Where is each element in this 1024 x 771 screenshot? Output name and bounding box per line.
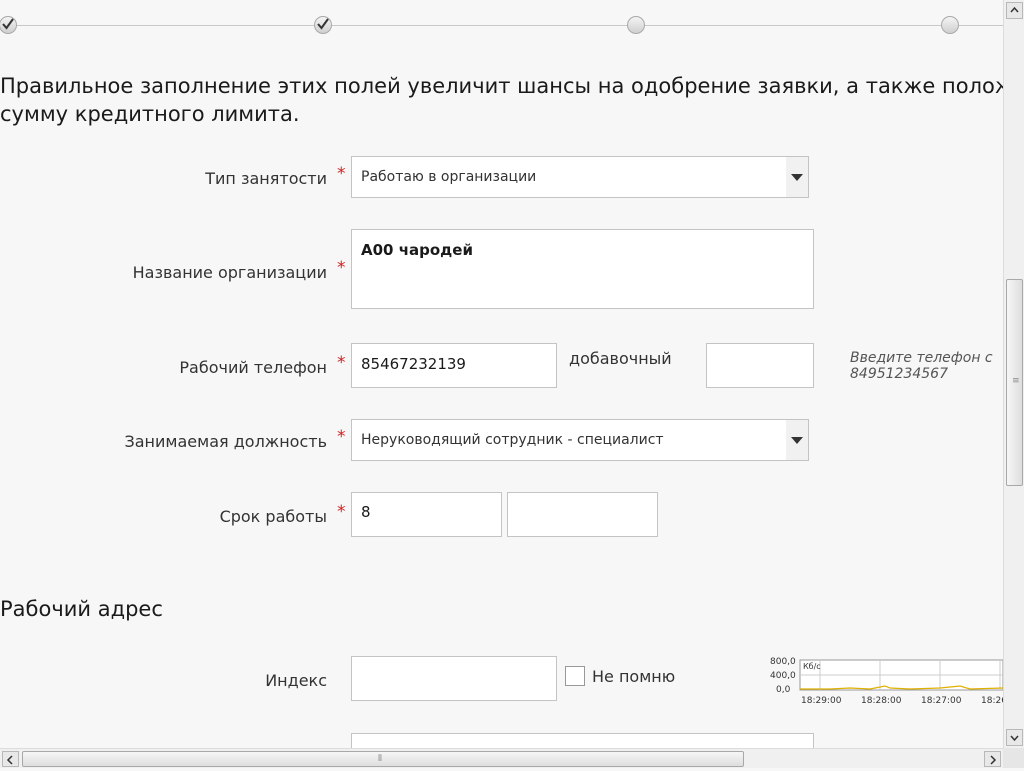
intro-line-1: Правильное заполнение этих полей увеличи… <box>0 74 1003 98</box>
x-tick: 18:28:00 <box>861 696 902 706</box>
page-viewport: Правильное заполнение этих полей увеличи… <box>0 0 1003 748</box>
phone-hint-line-1: Введите телефон с <box>850 350 993 366</box>
progress-step-2 <box>314 16 332 34</box>
horizontal-scrollbar[interactable]: ⦀ <box>0 748 1003 768</box>
scrollbar-corner <box>1003 748 1024 768</box>
progress-step-1 <box>0 16 17 34</box>
x-tick: 18:29:00 <box>801 696 842 706</box>
chevron-down-icon <box>1010 735 1019 742</box>
position-select[interactable]: Неруководящий сотрудник - специалист <box>351 419 809 461</box>
progress-step-3 <box>627 16 645 34</box>
scroll-right-button[interactable] <box>984 751 1001 767</box>
intro-line-2: сумму кредитного лимита. <box>0 102 300 126</box>
tenure-months-input[interactable] <box>507 492 658 537</box>
index-label: Индекс <box>265 671 327 690</box>
required-mark: * <box>337 427 346 447</box>
scroll-up-button[interactable] <box>1006 2 1023 19</box>
x-tick: 18:27:00 <box>921 696 962 706</box>
progress-line <box>0 25 1003 26</box>
chevron-down-icon[interactable] <box>786 157 808 197</box>
organization-label: Название организации <box>132 263 327 282</box>
organization-value: А00 чародей <box>361 241 473 259</box>
chevron-down-icon[interactable] <box>786 420 808 460</box>
vertical-scrollbar[interactable]: ≡ <box>1003 0 1024 748</box>
employment-type-value: Работаю в организации <box>361 169 537 185</box>
extension-label: добавочный <box>569 349 672 368</box>
horizontal-scroll-thumb[interactable]: ⦀ <box>22 751 744 767</box>
tenure-years-value: 8 <box>361 503 371 521</box>
scroll-left-button[interactable] <box>2 751 19 767</box>
address-input[interactable] <box>351 733 814 748</box>
grip-icon: ⦀ <box>378 754 382 764</box>
organization-textarea[interactable]: А00 чародей <box>351 229 814 309</box>
required-mark: * <box>337 502 346 522</box>
required-mark: * <box>337 353 346 373</box>
x-tick: 18:26:00 <box>981 696 1003 706</box>
phone-hint: Введите телефон с 84951234567 <box>850 350 993 382</box>
chevron-up-icon <box>1010 6 1019 13</box>
dont-remember-label[interactable]: Не помню <box>592 667 675 686</box>
chevron-right-icon <box>990 755 997 765</box>
grip-icon: ≡ <box>1012 376 1020 386</box>
employment-type-label: Тип занятости <box>205 169 327 188</box>
work-phone-label: Рабочий телефон <box>179 358 327 377</box>
extension-input[interactable] <box>706 343 814 388</box>
dont-remember-checkbox[interactable] <box>565 666 585 686</box>
work-address-title: Рабочий адрес <box>0 597 163 621</box>
network-monitor-widget: 800,0 400,0 0,0 Кб/с 18:29:00 18:28:00 1… <box>770 657 1003 706</box>
position-label: Занимаемая должность <box>124 432 327 451</box>
work-phone-value: 85467232139 <box>361 355 466 373</box>
y-tick: 800,0 <box>770 657 796 667</box>
unit-label: Кб/с <box>803 662 821 671</box>
check-icon <box>317 18 329 30</box>
work-phone-input[interactable]: 85467232139 <box>351 343 557 388</box>
tenure-label: Срок работы <box>219 507 327 526</box>
phone-hint-line-2: 84951234567 <box>850 366 948 382</box>
intro-text: Правильное заполнение этих полей увеличи… <box>0 72 1003 128</box>
index-input[interactable] <box>351 656 557 701</box>
required-mark: * <box>337 258 346 278</box>
vertical-scroll-thumb[interactable]: ≡ <box>1006 279 1023 486</box>
progress-bar <box>0 0 1003 50</box>
chevron-left-icon <box>6 755 13 765</box>
y-tick: 0,0 <box>776 685 791 695</box>
required-mark: * <box>337 164 346 184</box>
scroll-down-button[interactable] <box>1006 729 1023 746</box>
tenure-years-input[interactable]: 8 <box>351 492 502 537</box>
position-value: Неруководящий сотрудник - специалист <box>361 432 664 448</box>
employment-type-select[interactable]: Работаю в организации <box>351 156 809 198</box>
progress-step-4 <box>941 16 959 34</box>
y-tick: 400,0 <box>770 671 796 681</box>
check-icon <box>2 18 14 30</box>
